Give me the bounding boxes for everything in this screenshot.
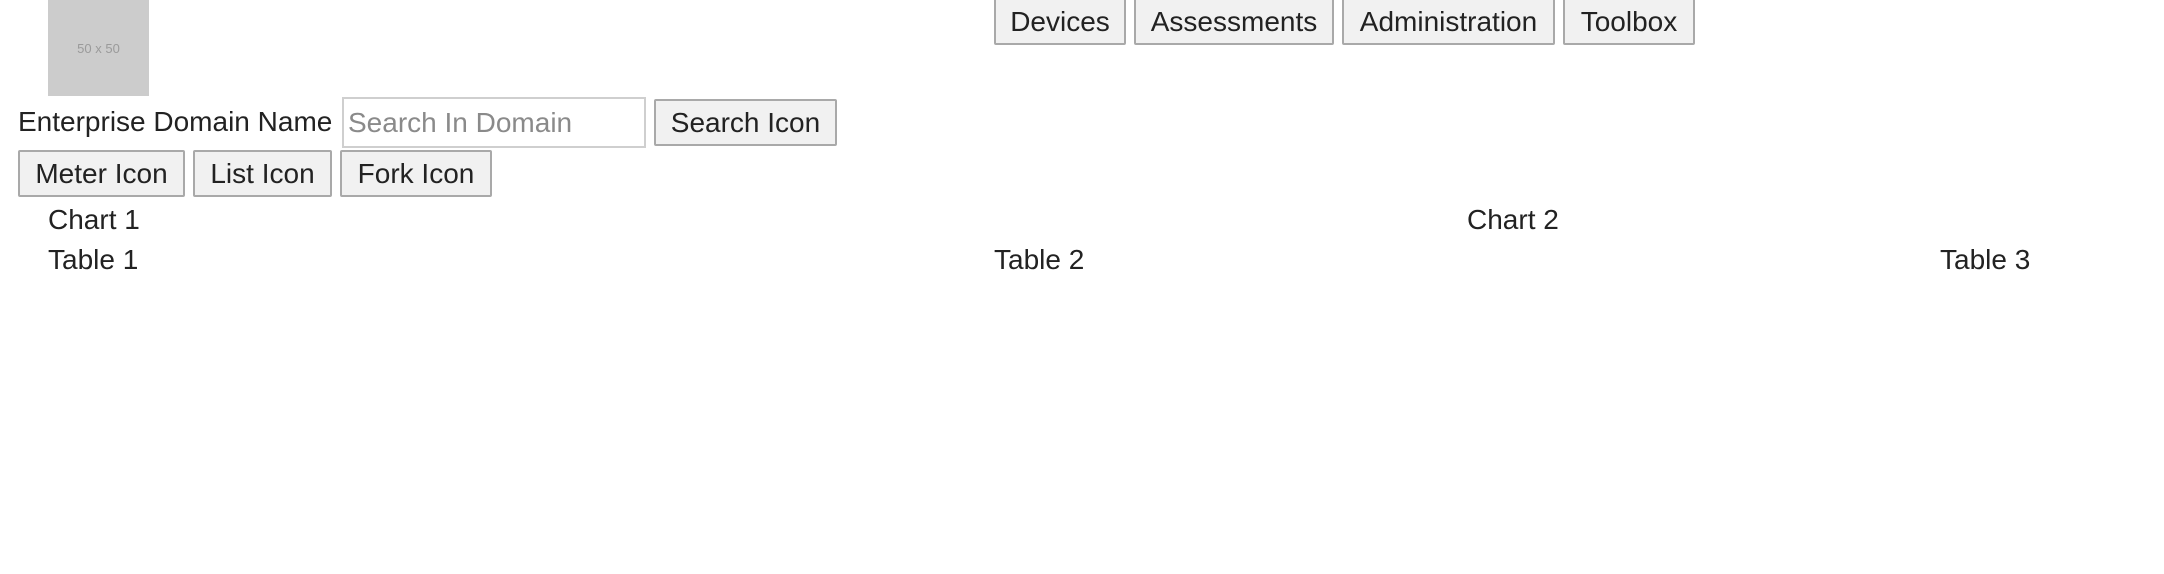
devices-button[interactable]: Devices <box>994 0 1126 45</box>
list-view-button[interactable]: List Icon <box>193 150 332 197</box>
table-2-title: Table 2 <box>994 244 1085 275</box>
table-3-title: Table 3 <box>1940 244 2031 275</box>
table-1-title: Table 1 <box>48 244 139 275</box>
meter-view-button[interactable]: Meter Icon <box>18 150 185 197</box>
logo-placeholder-text: 50 x 50 <box>77 40 120 56</box>
domain-search-input[interactable] <box>342 97 646 148</box>
chart-1-title: Chart 1 <box>48 204 140 235</box>
chart-2-title: Chart 2 <box>1467 204 1559 235</box>
fork-view-button[interactable]: Fork Icon <box>340 150 492 197</box>
search-button[interactable]: Search Icon <box>654 99 837 146</box>
logo-placeholder-image: 50 x 50 <box>48 0 149 96</box>
assessments-button[interactable]: Assessments <box>1134 0 1334 45</box>
toolbox-button[interactable]: Toolbox <box>1563 0 1695 45</box>
administration-button[interactable]: Administration <box>1342 0 1555 45</box>
enterprise-domain-label: Enterprise Domain Name <box>18 106 333 137</box>
page: 50 x 50 Devices Assessments Administrati… <box>0 0 2164 574</box>
